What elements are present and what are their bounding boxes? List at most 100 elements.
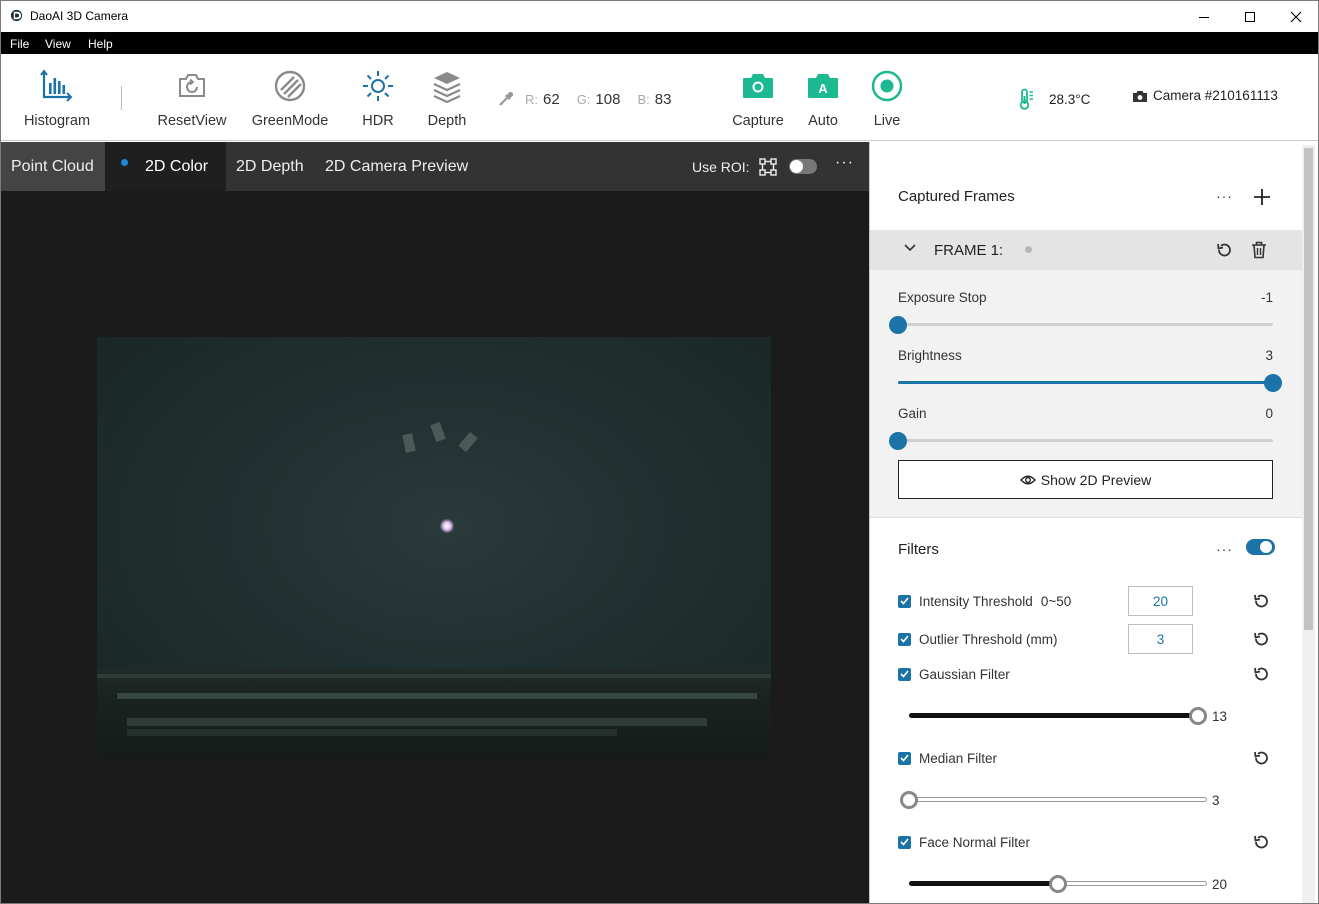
brightness-slider[interactable] xyxy=(898,374,1282,392)
camera-image[interactable] xyxy=(97,337,771,758)
slider-knob[interactable] xyxy=(1264,374,1282,392)
brightness-value: 3 xyxy=(1265,348,1273,363)
hdr-button[interactable]: HDR xyxy=(353,54,403,141)
median-filter-slider[interactable] xyxy=(900,791,1207,809)
reset-icon[interactable] xyxy=(1252,833,1270,851)
auto-a-icon: A xyxy=(808,74,838,98)
temperature-value: 28.3°C xyxy=(1049,91,1091,107)
filters-toggle[interactable] xyxy=(1246,539,1275,555)
show-2d-preview-button[interactable]: Show 2D Preview xyxy=(898,460,1273,499)
roi-label: Use ROI: xyxy=(692,159,750,175)
image-rail xyxy=(117,693,757,699)
frame-settings: Exposure Stop -1 Brightness 3 Gain 0 Sho… xyxy=(870,270,1302,518)
brightness-label: Brightness xyxy=(898,348,962,363)
slider-knob[interactable] xyxy=(900,791,918,809)
filters-toggle-knob xyxy=(1260,541,1272,553)
median-filter-value: 3 xyxy=(1212,793,1220,808)
g-value: 108 xyxy=(595,90,621,108)
gaussian-filter-value: 13 xyxy=(1212,709,1228,724)
outlier-threshold-checkbox[interactable] xyxy=(898,632,911,646)
chevron-down-icon[interactable] xyxy=(904,243,916,253)
menu-view[interactable]: View xyxy=(45,37,71,51)
histogram-button[interactable]: Histogram xyxy=(18,54,96,141)
show-2d-preview-label: Show 2D Preview xyxy=(1040,471,1152,488)
capture-camera-icon xyxy=(743,74,773,98)
auto-button[interactable]: A Auto xyxy=(799,54,847,141)
b-label: B: xyxy=(637,91,650,107)
temperature-readout: 28.3°C xyxy=(1017,88,1090,110)
green-mode-button[interactable]: GreenMode xyxy=(248,54,332,141)
gaussian-filter-checkbox[interactable] xyxy=(898,667,911,681)
reset-icon[interactable] xyxy=(1252,665,1270,683)
viewer-more-button[interactable]: ··· xyxy=(835,154,854,172)
reset-icon[interactable] xyxy=(1252,749,1270,767)
gaussian-filter-slider[interactable] xyxy=(909,707,1208,725)
face-normal-filter-checkbox[interactable] xyxy=(898,835,911,849)
filters-more-button[interactable]: ··· xyxy=(1216,541,1233,557)
image-rail xyxy=(127,718,707,726)
capture-button[interactable]: Capture xyxy=(728,54,788,141)
gain-value: 0 xyxy=(1265,406,1273,421)
slider-knob[interactable] xyxy=(889,316,907,334)
tab-2d-depth[interactable]: 2D Depth xyxy=(236,142,304,191)
camera-reset-icon xyxy=(179,74,205,97)
add-frame-icon[interactable] xyxy=(1253,188,1271,206)
gain-label: Gain xyxy=(898,406,927,421)
captured-frames-header: Captured Frames ··· xyxy=(870,142,1302,230)
gaussian-filter-row: Gaussian Filter xyxy=(898,664,1010,684)
app-logo-icon xyxy=(10,9,23,22)
median-filter-label: Median Filter xyxy=(919,750,998,766)
slider-knob[interactable] xyxy=(889,432,907,450)
reset-icon[interactable] xyxy=(1252,630,1270,648)
image-feature xyxy=(402,433,416,453)
trash-icon[interactable] xyxy=(1251,241,1267,259)
menu-file[interactable]: File xyxy=(10,37,29,51)
exposure-value: -1 xyxy=(1260,290,1273,305)
menu-bar: File View Help xyxy=(1,32,1318,54)
slider-knob[interactable] xyxy=(1189,707,1208,725)
tab-point-cloud[interactable]: Point Cloud xyxy=(1,142,105,191)
reset-view-button[interactable]: ResetView xyxy=(153,54,231,141)
slider-fill xyxy=(898,381,1273,384)
median-filter-row: Median Filter xyxy=(898,748,997,768)
roi-toggle-knob xyxy=(790,160,803,173)
slider-track xyxy=(909,797,1207,802)
slider-knob[interactable] xyxy=(1049,875,1067,893)
r-label: R: xyxy=(525,91,538,107)
frame-header[interactable]: FRAME 1: xyxy=(870,230,1302,270)
reset-icon[interactable] xyxy=(1215,241,1233,259)
menu-help[interactable]: Help xyxy=(88,37,113,51)
face-normal-filter-slider[interactable] xyxy=(909,875,1207,893)
title-bar: DaoAI 3D Camera xyxy=(1,1,1318,32)
roi-toggle[interactable] xyxy=(789,159,817,174)
captured-frames-more-button[interactable]: ··· xyxy=(1216,188,1233,204)
slider-fill xyxy=(909,713,1199,718)
outlier-threshold-row: Outlier Threshold (mm) xyxy=(898,629,1058,649)
median-filter-checkbox[interactable] xyxy=(898,751,911,765)
tab-2d-color-label: 2D Color xyxy=(145,157,209,175)
exposure-label: Exposure Stop xyxy=(898,290,987,305)
app-window: DaoAI 3D Camera File View Help Histogram… xyxy=(0,0,1319,904)
intensity-threshold-input[interactable]: 20 xyxy=(1128,586,1193,616)
panel-scrollbar-thumb[interactable] xyxy=(1304,148,1313,630)
face-normal-filter-value: 20 xyxy=(1212,877,1228,892)
gain-slider[interactable] xyxy=(889,432,1273,450)
image-glint xyxy=(440,519,454,533)
outlier-threshold-input[interactable]: 3 xyxy=(1128,624,1193,654)
r-value: 62 xyxy=(543,90,560,108)
depth-label: Depth xyxy=(427,113,467,129)
minimize-button[interactable] xyxy=(1181,1,1227,32)
roi-select-icon[interactable] xyxy=(759,158,777,176)
tab-2d-camera-preview[interactable]: 2D Camera Preview xyxy=(325,142,468,191)
tab-2d-color[interactable]: 2D Color xyxy=(105,142,226,191)
intensity-threshold-checkbox[interactable] xyxy=(898,594,911,608)
intensity-threshold-row: Intensity Threshold 0~50 xyxy=(898,591,1071,611)
exposure-slider[interactable] xyxy=(889,316,1273,334)
reset-icon[interactable] xyxy=(1252,592,1270,610)
close-button[interactable] xyxy=(1273,1,1318,32)
image-rail xyxy=(97,674,771,678)
maximize-button[interactable] xyxy=(1227,1,1273,32)
live-button[interactable]: Live xyxy=(863,54,911,141)
depth-button[interactable]: Depth xyxy=(421,54,473,141)
panel-scrollbar[interactable] xyxy=(1302,145,1315,903)
